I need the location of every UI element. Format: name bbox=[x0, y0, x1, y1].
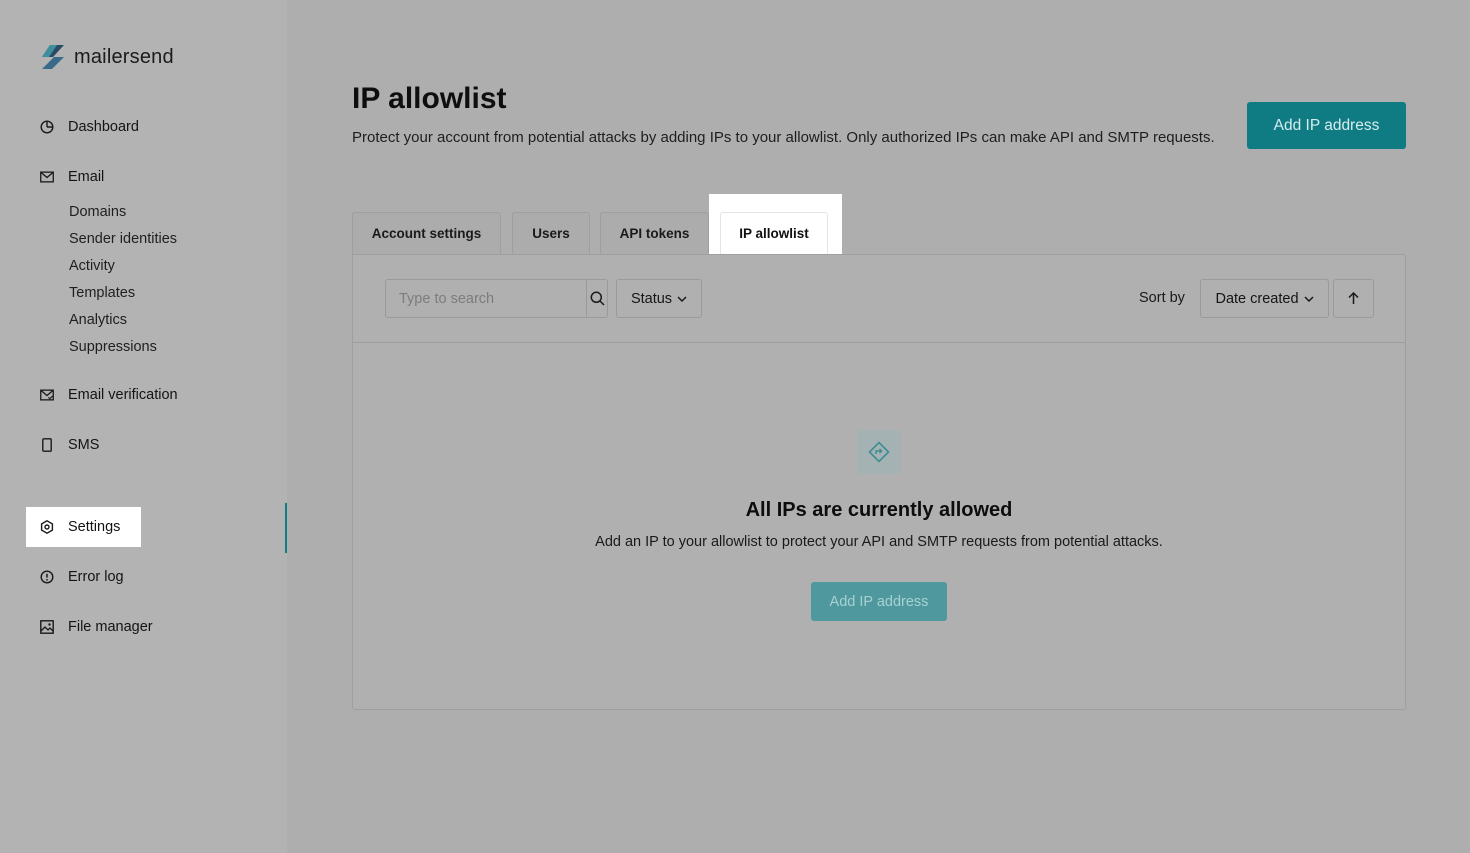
sort-dropdown[interactable]: Date created bbox=[1200, 279, 1329, 318]
sidebar-item-dashboard[interactable]: Dashboard bbox=[40, 117, 139, 137]
file-manager-icon bbox=[40, 620, 54, 634]
sidebar-subitem-suppressions[interactable]: Suppressions bbox=[69, 339, 157, 355]
mailersend-logo-icon bbox=[42, 45, 64, 69]
chevron-down-icon bbox=[677, 295, 687, 302]
empty-state-add-ip-button[interactable]: Add IP address bbox=[811, 582, 947, 621]
sidebar-item-email-verification[interactable]: Email verification bbox=[40, 385, 178, 405]
sidebar-subitem-templates[interactable]: Templates bbox=[69, 285, 135, 301]
sidebar-item-label: Email verification bbox=[68, 387, 178, 403]
tab-api-tokens[interactable]: API tokens bbox=[600, 212, 709, 254]
route-icon bbox=[857, 430, 901, 474]
sidebar-subitem-sender-identities[interactable]: Sender identities bbox=[69, 231, 177, 247]
sidebar-subitem-domains[interactable]: Domains bbox=[69, 204, 126, 220]
sidebar-item-sms[interactable]: SMS bbox=[40, 435, 99, 455]
sidebar: mailersend Dashboard Email Domains Sende… bbox=[0, 0, 287, 853]
logo[interactable]: mailersend bbox=[40, 44, 174, 70]
empty-state-description: Add an IP to your allowlist to protect y… bbox=[595, 534, 1163, 550]
sidebar-item-label: Settings bbox=[68, 519, 121, 535]
sort-label: Sort by bbox=[1139, 290, 1185, 306]
arrow-up-icon bbox=[1348, 292, 1359, 304]
status-dropdown-label: Status bbox=[630, 290, 673, 307]
gear-icon bbox=[40, 520, 54, 534]
sort-direction-button[interactable] bbox=[1333, 279, 1374, 318]
sms-icon bbox=[40, 438, 54, 452]
tab-users[interactable]: Users bbox=[512, 212, 590, 254]
sidebar-subitem-analytics[interactable]: Analytics bbox=[69, 312, 127, 328]
page-title: IP allowlist bbox=[352, 82, 507, 115]
email-verification-icon bbox=[40, 388, 54, 402]
sort-dropdown-value: Date created bbox=[1215, 290, 1299, 307]
toolbar: Status Sort by Date created bbox=[353, 255, 1405, 343]
ip-allowlist-panel: Status Sort by Date created All IPs are … bbox=[352, 254, 1406, 710]
search-box bbox=[385, 279, 608, 318]
sidebar-item-email[interactable]: Email bbox=[40, 167, 104, 187]
brand-name: mailersend bbox=[74, 45, 174, 68]
sidebar-item-label: Email bbox=[68, 169, 105, 185]
chevron-down-icon bbox=[1303, 295, 1314, 302]
sidebar-item-label: Dashboard bbox=[68, 119, 139, 135]
sidebar-item-label: File manager bbox=[68, 619, 153, 635]
tab-account-settings[interactable]: Account settings bbox=[352, 212, 501, 254]
sidebar-item-settings[interactable]: Settings bbox=[40, 517, 120, 537]
status-dropdown[interactable]: Status bbox=[616, 279, 702, 318]
search-icon bbox=[590, 291, 605, 306]
add-ip-address-button[interactable]: Add IP address bbox=[1247, 102, 1406, 149]
sidebar-item-file-manager[interactable]: File manager bbox=[40, 617, 153, 637]
sidebar-item-error-log[interactable]: Error log bbox=[40, 567, 124, 587]
error-icon bbox=[40, 570, 54, 584]
sidebar-item-label: Error log bbox=[68, 569, 124, 585]
page-description: Protect your account from potential atta… bbox=[352, 129, 1215, 146]
email-icon bbox=[40, 170, 54, 184]
active-indicator bbox=[285, 503, 287, 553]
empty-state-title: All IPs are currently allowed bbox=[745, 499, 1013, 521]
dashboard-icon bbox=[40, 120, 54, 134]
search-input[interactable] bbox=[386, 280, 586, 317]
sidebar-item-label: SMS bbox=[68, 437, 100, 453]
search-button[interactable] bbox=[586, 280, 607, 317]
sidebar-subitem-activity[interactable]: Activity bbox=[69, 258, 115, 274]
